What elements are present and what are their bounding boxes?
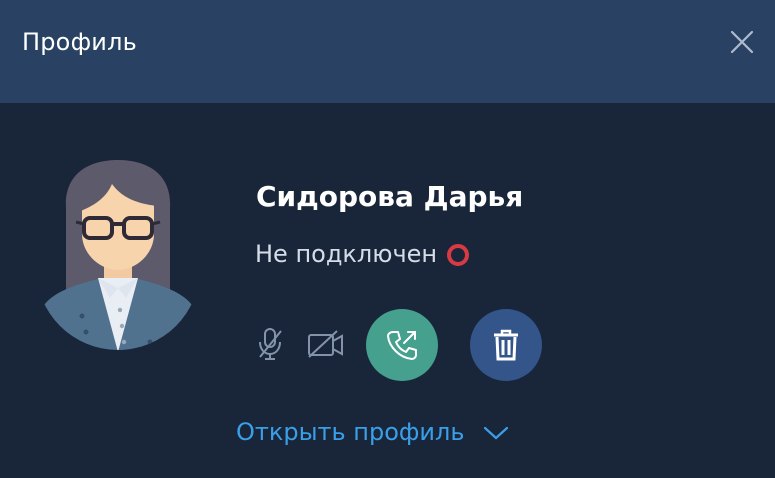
close-icon — [730, 30, 754, 54]
open-profile-link[interactable]: Открыть профиль — [236, 418, 509, 446]
delete-button[interactable] — [470, 309, 542, 381]
close-button[interactable] — [724, 24, 760, 60]
call-button[interactable] — [366, 309, 438, 381]
open-profile-label: Открыть профиль — [236, 418, 465, 446]
trash-icon — [494, 329, 518, 361]
mic-off-icon — [259, 328, 282, 360]
camera-off-icon — [308, 330, 343, 358]
mic-toggle-button[interactable] — [254, 326, 286, 362]
dialog-header: Профиль — [0, 0, 775, 103]
camera-toggle-button[interactable] — [306, 326, 346, 362]
contact-name: Сидорова Дарья — [256, 180, 524, 213]
chevron-down-icon — [483, 425, 509, 441]
dialog-title: Профиль — [22, 28, 137, 56]
connection-status: Не подключен — [255, 240, 470, 268]
avatar-illustration — [40, 160, 196, 350]
status-text: Не подключен — [255, 240, 438, 268]
status-indicator-icon — [447, 244, 470, 266]
avatar — [38, 156, 198, 352]
phone-outgoing-icon — [387, 331, 417, 360]
